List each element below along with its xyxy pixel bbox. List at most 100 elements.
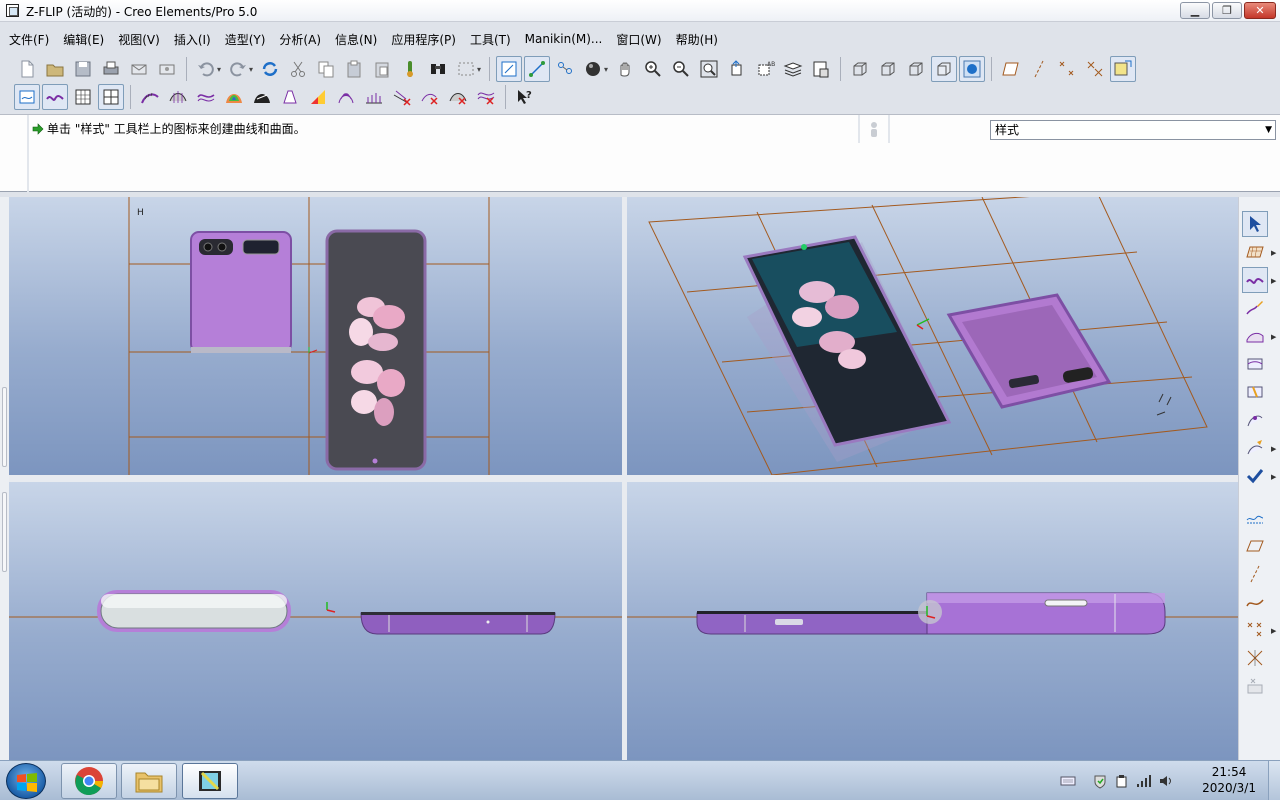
curve-analysis-icon[interactable] — [333, 84, 359, 110]
security-shield-icon[interactable] — [1092, 773, 1108, 789]
usb-device-icon[interactable] — [1114, 773, 1130, 789]
datum-point-display-icon[interactable] — [552, 56, 578, 82]
volume-icon[interactable] — [1158, 773, 1174, 789]
zoom-in-icon[interactable] — [640, 56, 666, 82]
edit-curve-icon[interactable] — [1242, 295, 1268, 321]
curve-display-icon[interactable] — [42, 84, 68, 110]
save-icon[interactable] — [70, 56, 96, 82]
chevron-right-icon[interactable]: ▶ — [1271, 627, 1276, 635]
menu-view[interactable]: 视图(V) — [111, 29, 167, 50]
chevron-right-icon[interactable]: ▶ — [1271, 333, 1276, 341]
open-file-icon[interactable] — [42, 56, 68, 82]
network-signal-icon[interactable] — [1136, 773, 1152, 789]
sash-handle[interactable] — [2, 387, 7, 467]
delete-analysis-icon[interactable] — [389, 84, 415, 110]
chevron-down-icon[interactable]: ▼ — [1265, 121, 1272, 139]
send-link-icon[interactable] — [154, 56, 180, 82]
menu-file[interactable]: 文件(F) — [2, 29, 56, 50]
hidden-line-icon[interactable] — [875, 56, 901, 82]
restore-button[interactable]: ❐ — [1212, 2, 1242, 19]
draft-analysis-icon[interactable] — [277, 84, 303, 110]
find-icon[interactable] — [425, 56, 451, 82]
viewport-isometric[interactable] — [627, 197, 1238, 475]
section-analysis-icon[interactable] — [165, 84, 191, 110]
sash-handle[interactable] — [2, 492, 7, 572]
regenerate-icon[interactable] — [257, 56, 283, 82]
pan-hand-icon[interactable] — [612, 56, 638, 82]
minimize-button[interactable]: ▁ — [1180, 2, 1210, 19]
active-plane-icon[interactable] — [1242, 239, 1268, 265]
send-mail-icon[interactable] — [126, 56, 152, 82]
viewport-splitter-horizontal[interactable] — [9, 475, 1238, 482]
menu-tools[interactable]: 工具(T) — [463, 29, 518, 50]
start-button[interactable] — [6, 763, 46, 799]
selection-dropdown-icon[interactable]: ▾ — [477, 65, 481, 74]
sketched-datum-curve-icon[interactable] — [1242, 505, 1268, 531]
paste-special-icon[interactable] — [369, 56, 395, 82]
menu-edit[interactable]: 编辑(E) — [56, 29, 111, 50]
datum-point-tool-icon[interactable] — [1054, 56, 1080, 82]
chevron-right-icon[interactable]: ▶ — [1271, 249, 1276, 257]
shading-dropdown-icon[interactable]: ▾ — [604, 65, 608, 74]
shaded-view-icon[interactable] — [931, 56, 958, 82]
datum-axis-right-icon[interactable] — [1242, 561, 1268, 587]
sketch-tool-icon[interactable] — [1110, 56, 1137, 82]
menu-info[interactable]: 信息(N) — [328, 29, 384, 50]
chevron-right-icon[interactable]: ▶ — [1271, 277, 1276, 285]
create-surface-icon[interactable] — [1242, 323, 1268, 349]
viewport-front[interactable] — [9, 482, 622, 760]
redo-icon[interactable] — [225, 56, 251, 82]
model-tree-icon[interactable] — [397, 56, 423, 82]
close-button[interactable]: ✕ — [1244, 2, 1276, 19]
undo-icon[interactable] — [193, 56, 219, 82]
view-display-icon[interactable] — [14, 84, 40, 110]
view-manager-icon[interactable] — [808, 56, 834, 82]
filter-select[interactable]: 样式 ▼ — [990, 120, 1276, 140]
clock[interactable]: 21:54 2020/3/1 — [1202, 764, 1256, 796]
grid-display-icon[interactable] — [98, 84, 124, 110]
app-icon[interactable] — [6, 4, 19, 17]
taskbar-explorer[interactable] — [121, 763, 177, 799]
redo-dropdown-icon[interactable]: ▾ — [249, 65, 253, 74]
surface-connect-icon[interactable] — [1242, 351, 1268, 377]
copy-icon[interactable] — [313, 56, 339, 82]
cut-icon[interactable] — [285, 56, 311, 82]
delete-section-icon[interactable] — [445, 84, 471, 110]
wireframe-icon[interactable] — [847, 56, 873, 82]
create-curve-icon[interactable] — [1242, 267, 1268, 293]
done-check-icon[interactable] — [1242, 463, 1268, 489]
refit-icon[interactable] — [696, 56, 722, 82]
datum-plane-right-icon[interactable] — [1242, 533, 1268, 559]
menu-help[interactable]: 帮助(H) — [669, 29, 725, 50]
datum-point-right-icon[interactable] — [1242, 617, 1268, 643]
viewport-top[interactable]: H — [9, 197, 622, 475]
menu-window[interactable]: 窗口(W) — [609, 29, 668, 50]
select-arrow-icon[interactable] — [1242, 211, 1268, 237]
delete-offset-icon[interactable] — [473, 84, 499, 110]
viewport-right[interactable] — [627, 482, 1238, 760]
gaussian-analysis-icon[interactable] — [221, 84, 247, 110]
selection-box-icon[interactable] — [453, 56, 479, 82]
shading-icon[interactable] — [580, 56, 606, 82]
datum-axis-display-icon[interactable] — [524, 56, 551, 82]
chevron-right-icon[interactable]: ▶ — [1271, 473, 1276, 481]
curve-on-surface-icon[interactable] — [1242, 435, 1268, 461]
paste-icon[interactable] — [341, 56, 367, 82]
surface-mesh-icon[interactable] — [70, 84, 96, 110]
menu-applications[interactable]: 应用程序(P) — [384, 29, 463, 50]
surface-edit-icon[interactable] — [1242, 407, 1268, 433]
surface-trim-icon[interactable] — [1242, 379, 1268, 405]
curvature-icon[interactable] — [137, 84, 163, 110]
context-help-icon[interactable]: ? — [512, 84, 538, 110]
show-desktop-button[interactable] — [1268, 761, 1280, 800]
no-hidden-icon[interactable] — [903, 56, 929, 82]
enhanced-realism-icon[interactable] — [959, 56, 986, 82]
taskbar-creo[interactable] — [182, 763, 238, 799]
datum-csys-right-icon[interactable] — [1242, 645, 1268, 671]
analysis-disabled-icon[interactable] — [1242, 673, 1268, 699]
reorient-icon[interactable] — [724, 56, 750, 82]
datum-curve-right-icon[interactable] — [1242, 589, 1268, 615]
saved-views-icon[interactable]: AB — [752, 56, 778, 82]
delete-curvature-icon[interactable] — [417, 84, 443, 110]
undo-dropdown-icon[interactable]: ▾ — [217, 65, 221, 74]
